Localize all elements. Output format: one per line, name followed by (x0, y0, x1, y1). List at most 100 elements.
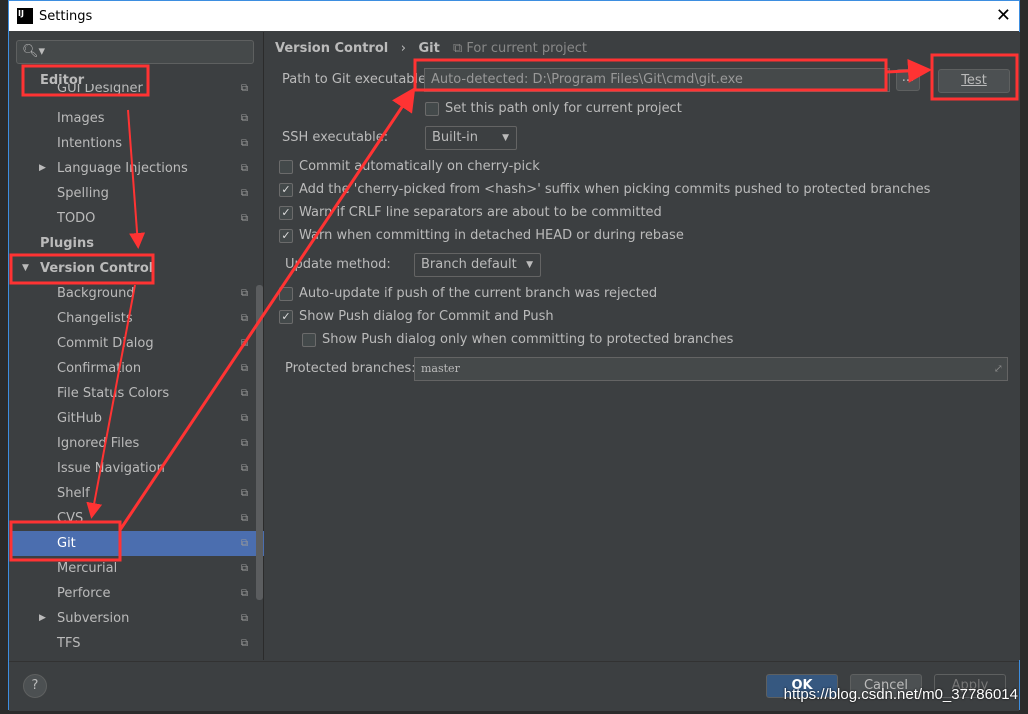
sidebar-item-label: Changelists (57, 311, 133, 326)
update-method-value: Branch default (421, 257, 517, 272)
sidebar-item-label: Ignored Files (57, 436, 140, 451)
sidebar-item-spelling[interactable]: Spelling ⧉ (10, 181, 264, 206)
sidebar-item-label: Language Injections (57, 161, 188, 176)
breadcrumb-current: Git (418, 41, 440, 56)
sidebar-item-git[interactable]: Git ⧉ (10, 531, 264, 556)
sidebar-item-cvs[interactable]: CVS ⧉ (10, 506, 264, 531)
update-method-dropdown[interactable]: Branch default ▼ (414, 253, 541, 277)
sidebar-item-issue-navigation[interactable]: Issue Navigation ⧉ (10, 456, 264, 481)
project-scope-icon: ⧉ (240, 463, 248, 474)
sidebar-item-mercurial[interactable]: Mercurial ⧉ (10, 556, 264, 581)
sidebar-item-perforce[interactable]: Perforce ⧉ (10, 581, 264, 606)
scope-label: For current project (466, 41, 588, 56)
search-icon: 🔍︎▾ (22, 44, 46, 59)
sidebar-item-gui-designer[interactable]: GUI Designer ⧉ (10, 84, 264, 98)
sidebar-item-label: CVS (57, 511, 84, 526)
sidebar-item-version-control[interactable]: ▼ Version Control (10, 256, 264, 281)
chevron-down-icon: ▼ (502, 133, 509, 143)
checkbox-label: Show Push dialog for Commit and Push (299, 309, 554, 324)
sidebar-item-images[interactable]: Images ⧉ (10, 106, 264, 131)
project-scope-icon: ⧉ (240, 538, 248, 549)
sidebar-search-input[interactable]: 🔍︎▾ (16, 40, 254, 64)
project-scope-icon: ⧉ (240, 388, 248, 399)
project-scope-icon: ⧉ (240, 113, 248, 124)
checkbox[interactable]: ✓ (279, 206, 293, 220)
breadcrumb-parent[interactable]: Version Control (275, 41, 388, 56)
sidebar-item-confirmation[interactable]: Confirmation ⧉ (10, 356, 264, 381)
sidebar-item-intentions[interactable]: Intentions ⧉ (10, 131, 264, 156)
sidebar-item-label: Version Control (40, 261, 154, 276)
protected-branches-label: Protected branches: (285, 361, 416, 376)
settings-sidebar: 🔍︎▾ Editor GUI Designer ⧉ Images ⧉ Intentions… (10, 32, 264, 660)
sidebar-item-plugins[interactable]: Plugins (10, 231, 264, 256)
sidebar-item-tfs[interactable]: TFS ⧉ (10, 631, 264, 656)
current-project-checkbox[interactable] (425, 102, 439, 116)
sidebar-item-label: GUI Designer (57, 84, 143, 96)
sidebar-item-file-status-colors[interactable]: File Status Colors ⧉ (10, 381, 264, 406)
window-title: Settings (39, 8, 93, 24)
sidebar-item-changelists[interactable]: Changelists ⧉ (10, 306, 264, 331)
help-button[interactable]: ? (23, 674, 47, 698)
project-scope-icon: ⧉ (240, 338, 248, 349)
sidebar-item-label: File Status Colors (57, 386, 170, 401)
close-icon[interactable]: ✕ (996, 5, 1011, 26)
git-path-input[interactable]: Auto-detected: D:\Program Files\Git\cmd\… (424, 68, 890, 92)
project-scope-icon: ⧉ (240, 563, 248, 574)
project-scope-icon: ⧉ (240, 84, 248, 94)
test-button[interactable]: Test (938, 69, 1010, 93)
browse-button[interactable]: ... (896, 69, 920, 91)
project-scope-icon: ⧉ (240, 288, 248, 299)
intellij-logo-icon: IJ (17, 8, 33, 24)
sidebar-item-label: Confirmation (57, 361, 142, 376)
project-scope-icon: ⧉ (240, 213, 248, 224)
project-scope-icon: ⧉ (240, 438, 248, 449)
sidebar-item-label: Perforce (57, 586, 111, 601)
sidebar-item-label: Spelling (57, 186, 109, 201)
settings-dialog: IJ Settings ✕ 🔍︎▾ Editor GUI Designer ⧉ Ima… (8, 0, 1020, 711)
expand-icon[interactable]: ⤢ (994, 358, 1003, 380)
project-scope-icon: ⧉ (240, 188, 248, 199)
sidebar-item-commit-dialog[interactable]: Commit Dialog ⧉ (10, 331, 264, 356)
project-scope-icon: ⧉ (240, 613, 248, 624)
scope-note: ⧉ For current project (453, 41, 587, 56)
sidebar-item-label: TODO (57, 211, 96, 226)
expand-arrow-icon[interactable]: ▶ (39, 606, 46, 631)
sidebar-item-label: Commit Dialog (57, 336, 154, 351)
project-scope-icon: ⧉ (240, 488, 248, 499)
watermark: https://blog.csdn.net/m0_37786014 (783, 686, 1018, 703)
sidebar-item-label: Git (57, 536, 76, 551)
checkbox[interactable]: ✓ (279, 229, 293, 243)
sidebar-item-label: Intentions (57, 136, 123, 151)
checkbox[interactable] (279, 160, 293, 174)
checkbox-label: Warn if CRLF line separators are about t… (299, 205, 662, 220)
sidebar-item-subversion[interactable]: ▶ Subversion ⧉ (10, 606, 264, 631)
sidebar-scrollbar[interactable] (256, 285, 263, 600)
project-scope-icon: ⧉ (240, 588, 248, 599)
title-bar: IJ Settings ✕ (9, 1, 1019, 31)
project-scope-icon: ⧉ (240, 313, 248, 324)
sidebar-item-label: Images (57, 111, 105, 126)
current-project-label: Set this path only for current project (445, 101, 682, 116)
protected-branches-input[interactable]: master ⤢ (414, 357, 1008, 381)
sidebar-item-label: TFS (57, 636, 81, 651)
checkbox[interactable]: ✓ (279, 183, 293, 197)
checkbox[interactable] (302, 333, 316, 347)
sidebar-item-language-injections[interactable]: ▶ Language Injections ⧉ (10, 156, 264, 181)
sidebar-item-background[interactable]: Background ⧉ (10, 281, 264, 306)
expand-arrow-icon[interactable]: ▶ (39, 156, 46, 181)
update-method-label: Update method: (285, 257, 391, 272)
checkbox[interactable]: ✓ (279, 310, 293, 324)
sidebar-item-label: Subversion (57, 611, 130, 626)
sidebar-item-label: Shelf (57, 486, 90, 501)
chevron-down-icon: ▼ (526, 260, 533, 270)
project-scope-icon: ⧉ (240, 638, 248, 649)
sidebar-item-todo[interactable]: TODO ⧉ (10, 206, 264, 231)
checkbox[interactable] (279, 287, 293, 301)
collapse-arrow-icon[interactable]: ▼ (22, 256, 29, 281)
ssh-dropdown[interactable]: Built-in ▼ (425, 126, 517, 150)
sidebar-item-github[interactable]: GitHub ⧉ (10, 406, 264, 431)
sidebar-item-shelf[interactable]: Shelf ⧉ (10, 481, 264, 506)
ssh-value: Built-in (432, 130, 479, 145)
checkbox-label: Show Push dialog only when committing to… (322, 332, 734, 347)
sidebar-item-ignored-files[interactable]: Ignored Files ⧉ (10, 431, 264, 456)
